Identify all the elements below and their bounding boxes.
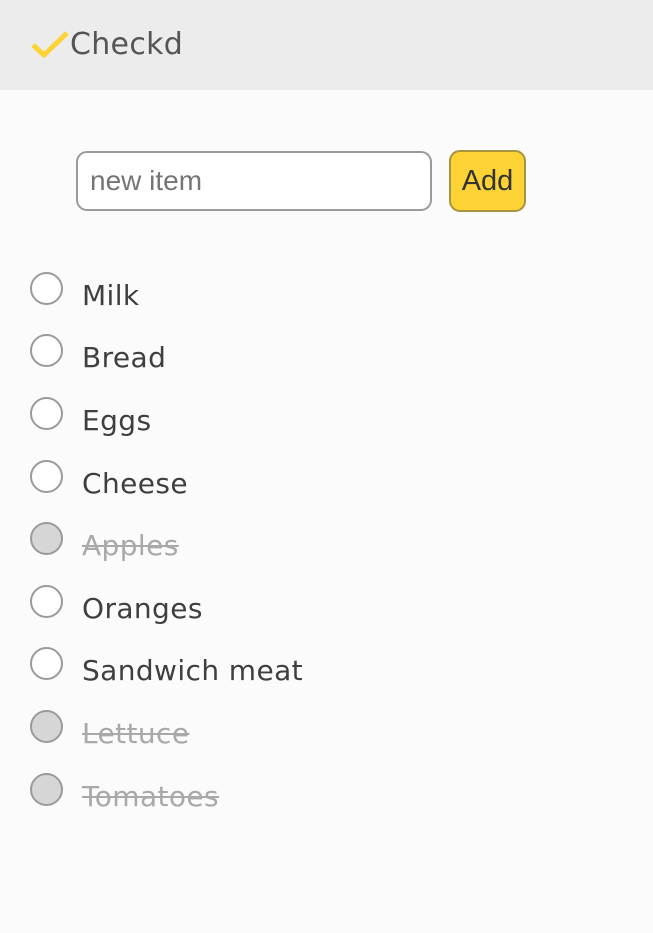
add-button[interactable]: Add bbox=[449, 150, 526, 212]
item-checkbox[interactable] bbox=[30, 522, 63, 556]
list-item: Cheese bbox=[30, 453, 303, 516]
item-checkbox[interactable] bbox=[30, 647, 63, 681]
list-item: Bread bbox=[30, 328, 303, 391]
item-checkbox[interactable] bbox=[30, 459, 63, 493]
item-checkbox[interactable] bbox=[30, 334, 63, 368]
item-label: Lettuce bbox=[82, 716, 190, 750]
item-checkbox[interactable] bbox=[30, 772, 63, 806]
item-label: Apples bbox=[82, 529, 179, 563]
item-checkbox[interactable] bbox=[30, 709, 63, 743]
list-item: Apples bbox=[30, 515, 303, 578]
new-item-input[interactable] bbox=[76, 151, 432, 211]
app-title: Checkd bbox=[70, 26, 184, 62]
list-item: Milk bbox=[30, 265, 303, 328]
item-list: Milk Bread Eggs Cheese Apples Oranges Sa… bbox=[30, 265, 303, 828]
item-checkbox[interactable] bbox=[30, 396, 63, 430]
item-checkbox[interactable] bbox=[30, 584, 63, 618]
item-label: Eggs bbox=[82, 403, 152, 437]
item-label: Oranges bbox=[82, 591, 203, 625]
list-item: Sandwich meat bbox=[30, 641, 303, 704]
list-item: Tomatoes bbox=[30, 766, 303, 829]
item-label: Sandwich meat bbox=[82, 654, 304, 688]
app-header: Checkd bbox=[0, 0, 653, 90]
checkmark-icon bbox=[31, 31, 69, 59]
list-item: Lettuce bbox=[30, 703, 303, 766]
add-item-form: Add bbox=[76, 150, 526, 212]
brand: Checkd bbox=[30, 22, 183, 66]
list-item: Eggs bbox=[30, 390, 303, 453]
item-label: Bread bbox=[82, 341, 167, 375]
item-label: Tomatoes bbox=[82, 779, 220, 813]
item-label: Milk bbox=[82, 278, 140, 312]
item-checkbox[interactable] bbox=[30, 271, 63, 305]
list-item: Oranges bbox=[30, 578, 303, 641]
item-label: Cheese bbox=[82, 466, 188, 500]
